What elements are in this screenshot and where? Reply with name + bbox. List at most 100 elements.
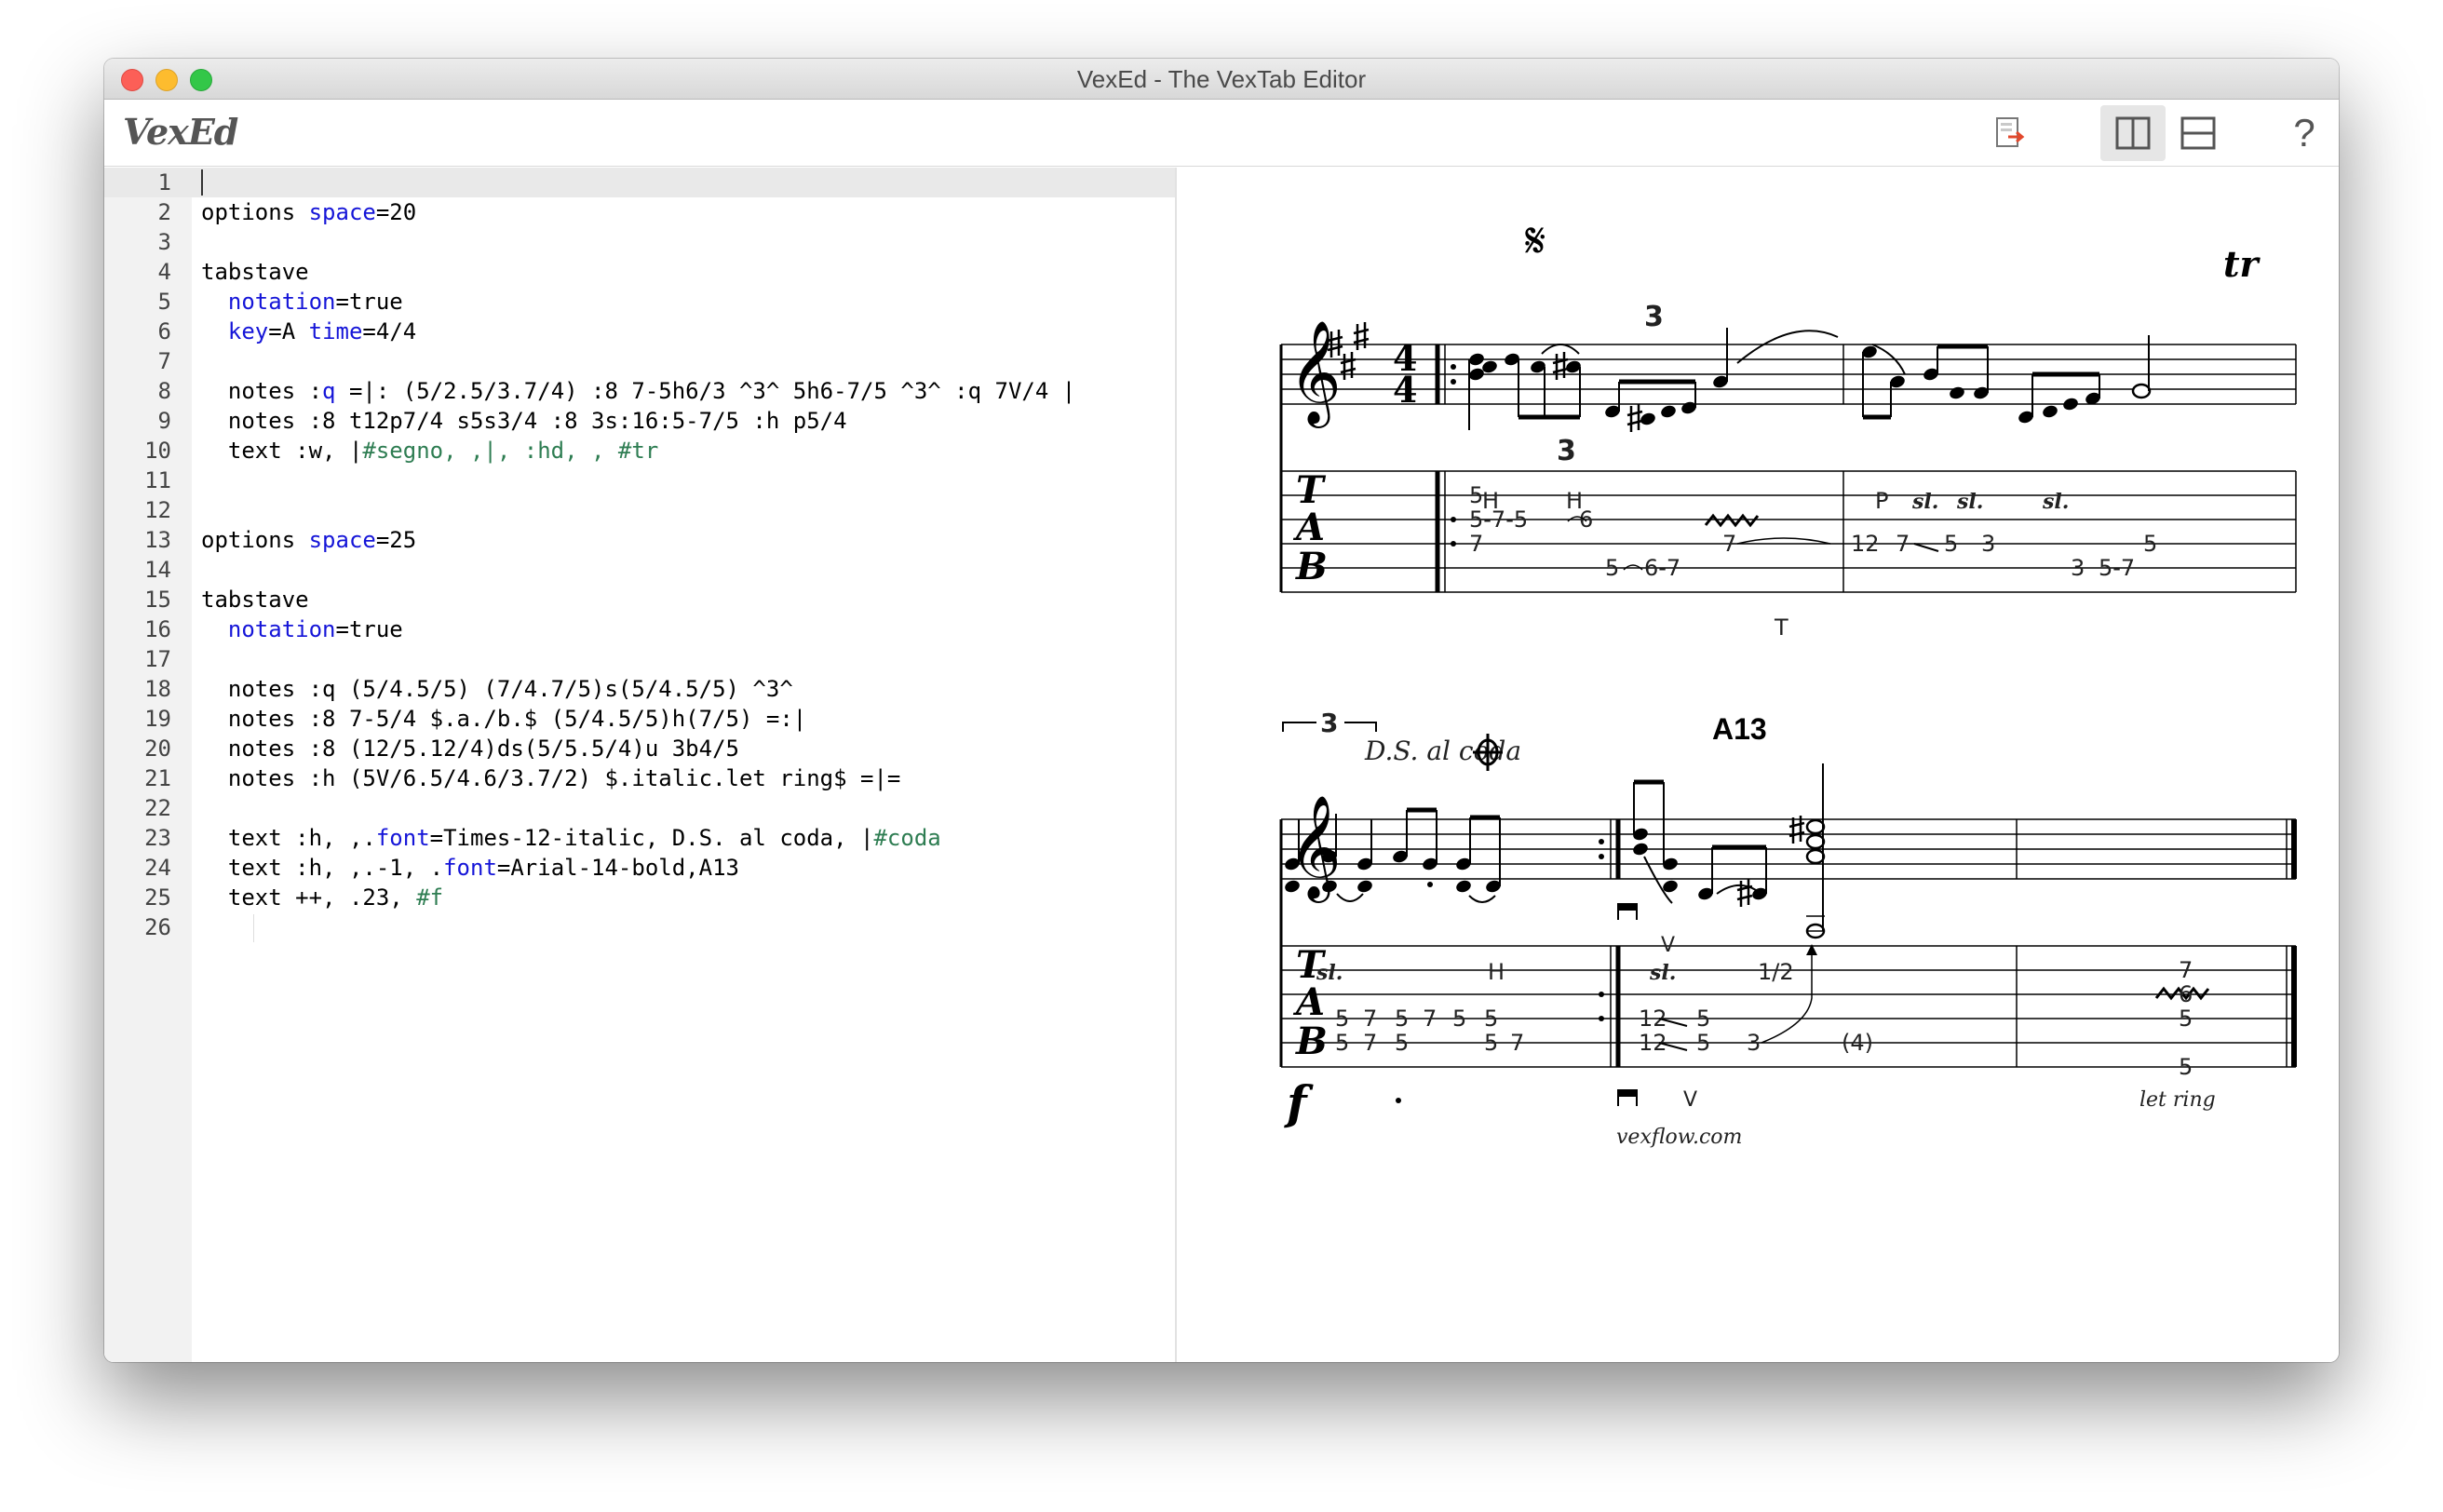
- tab-number: 6: [2179, 981, 2193, 1007]
- code-line[interactable]: 3: [104, 227, 1175, 257]
- help-button[interactable]: ?: [2272, 105, 2337, 161]
- tab-number: 12: [1639, 1030, 1667, 1056]
- code-line[interactable]: 25 text ++, .23, #f: [104, 883, 1175, 912]
- code-text[interactable]: notes :q (5/4.5/5) (7/4.7/5)s(5/4.5/5) ^…: [201, 674, 793, 704]
- line-number: 7: [157, 348, 171, 374]
- vibrato-mark-v: V: [1683, 1088, 1697, 1112]
- code-line[interactable]: 4 tabstave: [104, 257, 1175, 287]
- code-token: =true: [335, 616, 403, 642]
- tab-number: 7: [1510, 1030, 1524, 1056]
- code-line[interactable]: 6 key=A time=4/4: [104, 317, 1175, 346]
- code-line[interactable]: 13 options space=25: [104, 525, 1175, 555]
- chord-name: A13: [1712, 712, 1767, 746]
- code-text[interactable]: notation=true: [201, 287, 403, 317]
- vibrato-mark-v: V: [1661, 934, 1675, 957]
- tab-number: 5: [1395, 1006, 1409, 1032]
- code-text[interactable]: notes :8 (12/5.12/4)ds(5/5.5/4)u 3b4/5: [201, 734, 739, 763]
- code-token: notation: [227, 616, 336, 642]
- code-token: =|: (5/2.5/3.7/4) :8 7-5h6/3 ^3^ 5h6-7/5…: [335, 378, 1076, 404]
- code-text[interactable]: options space=25: [201, 525, 416, 555]
- tab-number: 6: [1579, 506, 1593, 533]
- code-line[interactable]: 1: [104, 168, 1175, 197]
- code-text[interactable]: notes :q =|: (5/2.5/3.7/4) :8 7-5h6/3 ^3…: [201, 376, 1075, 406]
- line-number: 23: [144, 825, 171, 851]
- tab-number: 7: [2179, 957, 2193, 983]
- tab-letter: B: [1295, 1019, 1328, 1063]
- code-line[interactable]: 23 text :h, ,.font=Times-12-italic, D.S.…: [104, 823, 1175, 853]
- split-vertical-button[interactable]: [2100, 105, 2166, 161]
- toolbar: VexEd ?: [104, 100, 2339, 167]
- code-text[interactable]: tabstave: [201, 257, 309, 287]
- code-line[interactable]: 5 notation=true: [104, 287, 1175, 317]
- code-token: notes :8 7-5/4 $.a./b.$ (5/4.5/5)h(7/5) …: [201, 706, 807, 732]
- code-token: time: [308, 318, 363, 344]
- staff-2: [1281, 818, 2296, 880]
- notes-measure-1: [1467, 328, 1839, 434]
- code-text[interactable]: notes :8 t12p7/4 s5s3/4 :8 3s:16:5-7/5 :…: [201, 406, 847, 436]
- annotation: sl.: [2042, 490, 2069, 514]
- code-line[interactable]: 15 tabstave: [104, 585, 1175, 614]
- code-lines[interactable]: 1 2 options space=20 3 4 tabstave 5 notation=t…: [104, 168, 1175, 942]
- code-line[interactable]: 7: [104, 346, 1175, 376]
- tab-number: 5: [1605, 555, 1619, 581]
- code-line[interactable]: 17: [104, 644, 1175, 674]
- code-line[interactable]: 19 notes :8 7-5/4 $.a./b.$ (5/4.5/5)h(7/…: [104, 704, 1175, 734]
- code-token: tabstave: [201, 259, 309, 285]
- repeat-end-barline: [1599, 819, 1621, 1067]
- code-token: text :h, ,.-1, .: [201, 855, 444, 881]
- tab-number: 5: [2179, 1006, 2193, 1032]
- code-line[interactable]: 21 notes :h (5V/6.5/4.6/3.7/2) $.italic.…: [104, 763, 1175, 793]
- code-text[interactable]: key=A time=4/4: [201, 317, 416, 346]
- code-line[interactable]: 24 text :h, ,.-1, .font=Arial-14-bold,A1…: [104, 853, 1175, 883]
- tab-number: 5: [1335, 1030, 1349, 1056]
- code-token: text :h, ,.: [201, 825, 376, 851]
- code-line[interactable]: 9 notes :8 t12p7/4 s5s3/4 :8 3s:16:5-7/5…: [104, 406, 1175, 436]
- code-token: options: [201, 199, 309, 225]
- code-token: =true: [335, 289, 403, 315]
- code-line[interactable]: 16 notation=true: [104, 614, 1175, 644]
- code-line[interactable]: 18 notes :q (5/4.5/5) (7/4.7/5)s(5/4.5/5…: [104, 674, 1175, 704]
- export-button[interactable]: [1977, 105, 2043, 161]
- segno-sign: 𝄋: [1525, 213, 1545, 269]
- vexflow-credit: vexflow.com: [1616, 1126, 1742, 1149]
- tab-number: 5: [1335, 1006, 1349, 1032]
- tab-number: 7: [1363, 1006, 1377, 1032]
- line-number: 5: [157, 289, 171, 315]
- code-text[interactable]: text :w, |#segno, ,|, :hd, , #tr: [201, 436, 658, 466]
- tab-number: 3: [1747, 1030, 1761, 1056]
- annotation: H: [1488, 959, 1505, 985]
- tuplet-number: 3: [1644, 301, 1664, 333]
- split-horizontal-button[interactable]: [2166, 105, 2231, 161]
- code-token: notes :h (5V/6.5/4.6/3.7/2) $.italic.let…: [201, 765, 901, 791]
- code-line[interactable]: 2 options space=20: [104, 197, 1175, 227]
- split-horizontal-icon: [2180, 116, 2216, 150]
- code-text[interactable]: text ++, .23, #f: [201, 883, 443, 912]
- code-token: =25: [375, 527, 417, 553]
- line-number: 4: [157, 259, 171, 285]
- code-line[interactable]: 8 notes :q =|: (5/2.5/3.7/4) :8 7-5h6/3 …: [104, 376, 1175, 406]
- code-text[interactable]: tabstave: [201, 585, 309, 614]
- code-text[interactable]: text :h, ,.font=Times-12-italic, D.S. al…: [201, 823, 941, 853]
- code-line[interactable]: 11: [104, 466, 1175, 495]
- code-text[interactable]: notes :8 7-5/4 $.a./b.$ (5/4.5/5)h(7/5) …: [201, 704, 806, 734]
- code-text[interactable]: options space=20: [201, 197, 416, 227]
- code-line[interactable]: 12: [104, 495, 1175, 525]
- code-text[interactable]: notation=true: [201, 614, 403, 644]
- code-line[interactable]: 22: [104, 793, 1175, 823]
- line-number: 13: [144, 527, 171, 553]
- code-line[interactable]: 20 notes :8 (12/5.12/4)ds(5/5.5/4)u 3b4/…: [104, 734, 1175, 763]
- tab-letter: A: [1292, 980, 1325, 1024]
- line-number: 20: [144, 736, 171, 762]
- code-line[interactable]: 26: [104, 912, 1175, 942]
- code-line[interactable]: 10 text :w, |#segno, ,|, :hd, , #tr: [104, 436, 1175, 466]
- code-editor[interactable]: 1 2 options space=20 3 4 tabstave 5 notation=t…: [104, 168, 1177, 1362]
- code-token: =20: [375, 199, 417, 225]
- code-text[interactable]: text :h, ,.-1, .font=Arial-14-bold,A13: [201, 853, 739, 883]
- code-line[interactable]: 14: [104, 555, 1175, 585]
- code-text[interactable]: notes :h (5V/6.5/4.6/3.7/2) $.italic.let…: [201, 763, 900, 793]
- annotation: sl.: [1911, 490, 1938, 514]
- tab-number: 5-7: [2099, 555, 2135, 581]
- tab-number: 7: [1423, 1006, 1437, 1032]
